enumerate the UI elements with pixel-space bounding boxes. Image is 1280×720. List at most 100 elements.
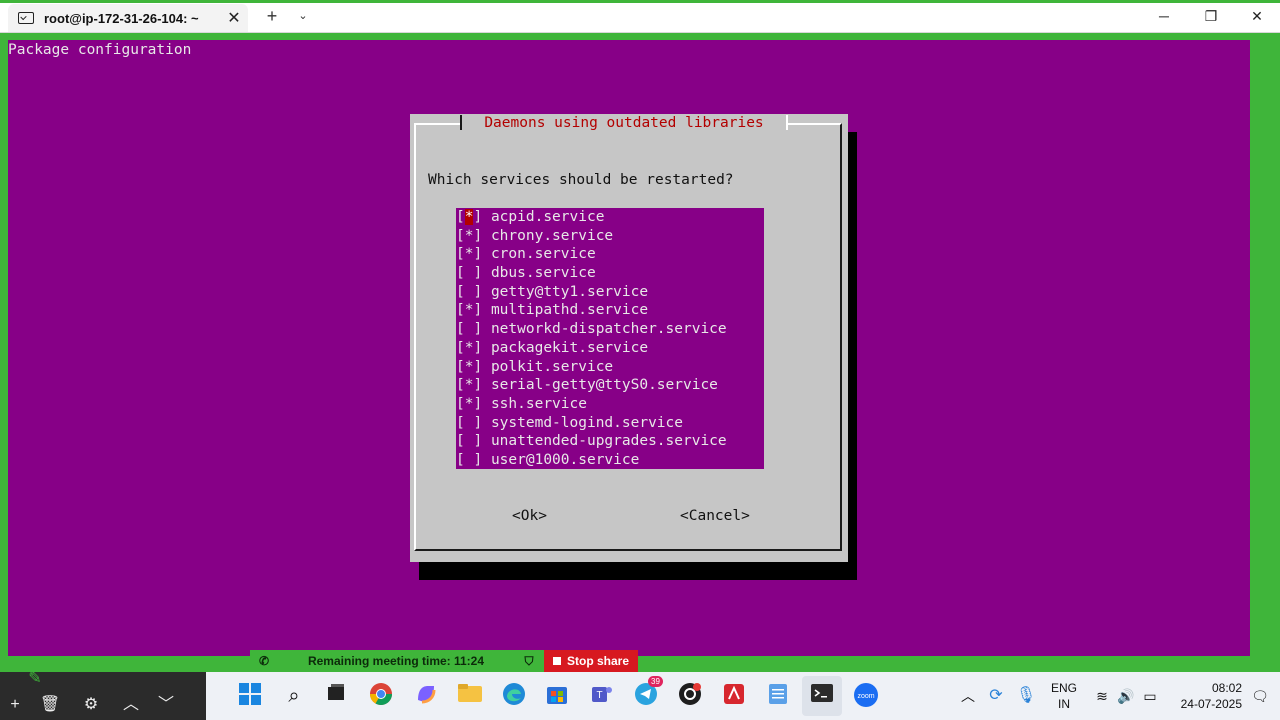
service-label: systemd-logind.service bbox=[490, 414, 683, 431]
list-item[interactable]: [*] packagekit.service bbox=[456, 339, 764, 358]
chatgpt-icon[interactable] bbox=[676, 682, 704, 710]
chevron-up-icon[interactable]: ︿ bbox=[954, 682, 982, 710]
chevron-up-icon[interactable]: ︿ bbox=[118, 692, 144, 718]
ok-button[interactable]: <Ok> bbox=[512, 507, 547, 525]
cancel-button[interactable]: <Cancel> bbox=[680, 507, 750, 525]
new-tab-button[interactable]: + bbox=[262, 6, 282, 26]
file-explorer-icon[interactable] bbox=[456, 682, 484, 710]
annotation-toolbar: ✎ + 🗑 ⚙ ︿ ﹀ bbox=[0, 670, 206, 720]
date: 24-07-2025 bbox=[1180, 697, 1242, 711]
maximize-button[interactable]: ❐ bbox=[1188, 4, 1234, 28]
list-item[interactable]: [ ] networkd-dispatcher.service bbox=[456, 320, 764, 339]
checkbox-mark bbox=[465, 265, 474, 281]
list-item[interactable]: [*] multipathd.service bbox=[456, 301, 764, 320]
checkbox-mark: * bbox=[464, 377, 474, 394]
start-button[interactable] bbox=[236, 682, 264, 710]
teams-icon[interactable]: T bbox=[588, 682, 616, 710]
service-label: chrony.service bbox=[490, 227, 614, 244]
service-label: unattended-upgrades.service bbox=[490, 433, 727, 450]
clock[interactable]: 08:02 24-07-2025 bbox=[1164, 680, 1242, 712]
checkbox-mark bbox=[465, 415, 474, 431]
package-configuration-header: Package configuration bbox=[8, 42, 192, 58]
service-label: serial-getty@ttyS0.service bbox=[490, 377, 718, 394]
checkbox-mark: * bbox=[464, 358, 474, 375]
sync-icon[interactable]: ⟳ bbox=[982, 682, 1010, 710]
list-item[interactable]: [*] polkit.service bbox=[456, 358, 764, 377]
microphone-icon[interactable]: 🎙 bbox=[1012, 682, 1040, 710]
dialog: Daemons using outdated libraries Which s… bbox=[410, 114, 848, 562]
service-label: packagekit.service bbox=[490, 339, 649, 356]
service-label: user@1000.service bbox=[490, 451, 640, 468]
list-item[interactable]: [ ] dbus.service bbox=[456, 264, 764, 283]
checkbox-mark: * bbox=[464, 209, 474, 225]
stop-share-button[interactable]: Stop share bbox=[544, 650, 638, 672]
terminal-area[interactable]: Package configuration Daemons using outd… bbox=[8, 40, 1250, 656]
svg-text:T: T bbox=[596, 690, 602, 701]
language-indicator[interactable]: ENG IN bbox=[1046, 680, 1082, 712]
checkbox-mark bbox=[465, 321, 474, 337]
list-item[interactable]: [*] acpid.service bbox=[456, 208, 764, 227]
checkbox-mark: * bbox=[464, 339, 474, 356]
service-label: getty@tty1.service bbox=[490, 283, 649, 300]
list-item[interactable]: [*] ssh.service bbox=[456, 395, 764, 414]
shield-icon: ⛉ bbox=[524, 653, 534, 668]
region-code: IN bbox=[1058, 697, 1070, 711]
checkbox-mark: * bbox=[464, 246, 474, 263]
terminal-icon[interactable] bbox=[808, 682, 836, 710]
chevron-down-icon[interactable]: ﹀ bbox=[153, 692, 179, 718]
store-icon[interactable] bbox=[543, 682, 571, 710]
add-icon[interactable]: + bbox=[2, 692, 28, 718]
notepad-icon[interactable] bbox=[764, 682, 792, 710]
checkbox-mark bbox=[465, 284, 474, 300]
acrobat-icon[interactable] bbox=[720, 682, 748, 710]
remaining-meeting-time: Remaining meeting time: 11:24 bbox=[307, 654, 485, 668]
tab-close-icon[interactable]: ✕ bbox=[220, 8, 248, 28]
service-label: dbus.service bbox=[490, 265, 596, 282]
list-item[interactable]: [*] serial-getty@ttyS0.service bbox=[456, 376, 764, 395]
notification-icon[interactable]: 🗨 bbox=[1246, 682, 1274, 710]
title-bar: root@ip-172-31-26-104: ~ ✕ + ⌄ ─ ❐ ✕ bbox=[0, 0, 1280, 33]
list-item[interactable]: [ ] getty@tty1.service bbox=[456, 283, 764, 302]
minimize-button[interactable]: ─ bbox=[1141, 4, 1187, 28]
edge-icon[interactable] bbox=[500, 682, 528, 710]
checkbox-mark bbox=[465, 433, 474, 449]
task-view-icon[interactable] bbox=[322, 682, 350, 710]
checkbox-mark: * bbox=[464, 395, 474, 412]
checkbox-mark: * bbox=[464, 302, 474, 319]
tab-dropdown-button[interactable]: ⌄ bbox=[293, 6, 313, 26]
checkbox-mark bbox=[465, 452, 474, 468]
service-label: ssh.service bbox=[490, 395, 587, 412]
chrome-icon[interactable] bbox=[367, 682, 395, 710]
list-item[interactable]: [ ] unattended-upgrades.service bbox=[456, 432, 764, 451]
pen-icon[interactable]: ✎ bbox=[22, 666, 48, 692]
settings-icon[interactable]: ⚙ bbox=[78, 692, 104, 718]
list-item[interactable]: [ ] user@1000.service bbox=[456, 451, 764, 470]
battery-icon[interactable]: ▭ bbox=[1136, 682, 1164, 710]
service-label: cron.service bbox=[490, 246, 596, 263]
svg-text:zoom: zoom bbox=[857, 693, 874, 700]
windows-icon bbox=[239, 683, 261, 705]
time: 08:02 bbox=[1211, 681, 1242, 695]
list-item[interactable]: [*] cron.service bbox=[456, 245, 764, 264]
dialog-question: Which services should be restarted? bbox=[428, 172, 734, 188]
trash-icon[interactable]: 🗑 bbox=[37, 692, 63, 718]
stop-share-label: Stop share bbox=[566, 654, 629, 668]
service-label: networkd-dispatcher.service bbox=[490, 321, 727, 338]
service-list[interactable]: [*] acpid.service [*] chrony.service [*]… bbox=[456, 208, 764, 469]
list-item[interactable]: [*] chrony.service bbox=[456, 227, 764, 246]
telegram-icon[interactable]: 39 bbox=[632, 676, 663, 710]
copilot-icon[interactable] bbox=[412, 682, 440, 710]
telegram-badge: 39 bbox=[648, 676, 663, 687]
meeting-bar: ✆ Remaining meeting time: 11:24 ⛉ bbox=[250, 650, 544, 672]
terminal-tab[interactable]: root@ip-172-31-26-104: ~ ✕ bbox=[8, 4, 248, 32]
stop-icon bbox=[552, 657, 561, 665]
service-label: acpid.service bbox=[490, 209, 605, 225]
terminal-icon bbox=[18, 12, 34, 24]
taskbar: ⌕ T 39 zoom ︿ ⟳ 🎙 ENG IN ≋ 🔊 ▭ 08:02 24-… bbox=[206, 672, 1280, 720]
list-item[interactable]: [ ] systemd-logind.service bbox=[456, 414, 764, 433]
zoom-icon[interactable]: zoom bbox=[852, 682, 880, 710]
service-label: multipathd.service bbox=[490, 302, 649, 319]
search-icon[interactable]: ⌕ bbox=[280, 682, 308, 710]
checkbox-mark: * bbox=[464, 227, 474, 244]
close-button[interactable]: ✕ bbox=[1234, 4, 1280, 28]
